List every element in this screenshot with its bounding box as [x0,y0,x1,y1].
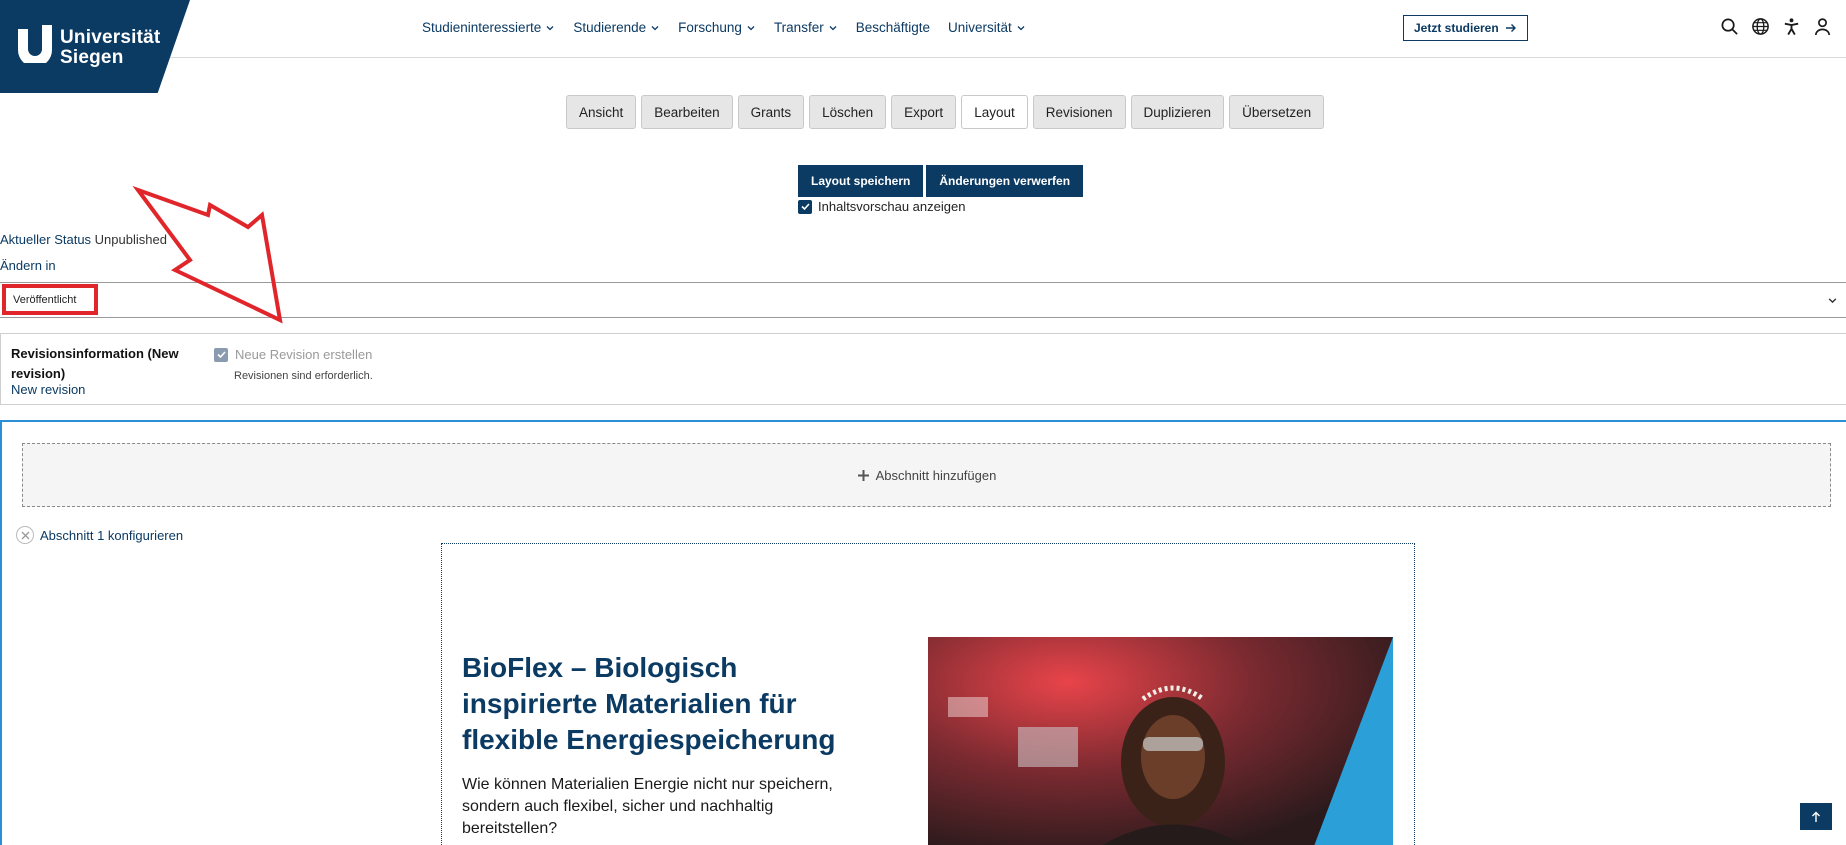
configure-section: Abschnitt 1 konfigurieren [16,526,183,544]
new-revision-checkbox: Neue Revision erstellen [214,347,372,362]
logo-line2: Siegen [60,47,124,68]
add-section-label: Abschnitt hinzufügen [875,467,997,483]
nav-transfer[interactable]: Transfer [774,20,838,35]
nav-label: Universität [948,20,1012,35]
search-icon[interactable] [1720,17,1739,36]
nav-studieninteressierte[interactable]: Studieninteressierte [422,20,555,35]
layout-region: BioFlex – Biologisch inspirierte Materia… [441,543,1415,845]
discard-changes-button[interactable]: Änderungen verwerfen [926,165,1084,197]
preview-label: Inhaltsvorschau anzeigen [818,199,966,214]
new-revision-link[interactable]: New revision [11,382,85,397]
nav-label: Forschung [678,20,742,35]
nav-beschaeftigte[interactable]: Beschäftigte [856,20,930,35]
nav-label: Beschäftigte [855,20,930,35]
hero-text: Wie können Materialien Energie nicht nur… [462,776,833,837]
nav-universitaet[interactable]: Universität [948,20,1026,35]
nav-studierende[interactable]: Studierende [573,20,660,35]
university-logo[interactable]: Universität Siegen [0,0,190,93]
revision-information: Revisionsinformation (New revision) New … [0,333,1846,405]
add-section-button[interactable]: Abschnitt hinzufügen [22,443,1831,507]
layout-builder: Abschnitt hinzufügen Abschnitt 1 konfigu… [0,420,1846,845]
tab-revisionen[interactable]: Revisionen [1032,95,1126,129]
nav-label: Studierende [573,20,647,35]
hero-photo [928,637,1393,845]
chevron-down-icon [1017,25,1025,30]
logo-text: Universität Siegen [60,28,160,68]
main-nav: Studieninteressierte Studierende Forschu… [422,20,1026,35]
tab-loeschen[interactable]: Löschen [809,95,887,129]
checkbox-label: Neue Revision erstellen [235,347,373,362]
tab-bearbeiten[interactable]: Bearbeiten [641,95,733,129]
nav-label: Transfer [773,20,824,35]
nav-label: Studieninteressierte [422,20,542,35]
arrow-up-icon [1812,811,1820,822]
user-icon[interactable] [1813,17,1832,36]
logo-line1: Universität [60,27,161,48]
cta-label: Jetzt studieren [1414,21,1499,35]
checkbox-checked-icon[interactable] [798,199,812,214]
save-layout-button[interactable]: Layout speichern [798,165,924,197]
plus-icon [857,469,869,481]
revision-title: Revisionsinformation (New revision) [11,346,179,381]
site-header: Universität Siegen Studieninteressierte … [0,0,1846,93]
jetzt-studieren-button[interactable]: Jetzt studieren [1403,15,1528,41]
tab-duplizieren[interactable]: Duplizieren [1130,95,1225,129]
status-label: Aktueller Status [0,232,92,247]
annotation-arrow-icon [132,185,283,324]
globe-icon[interactable] [1751,17,1770,36]
chevron-down-icon [651,25,659,30]
configure-section-link[interactable]: Abschnitt 1 konfigurieren [40,528,183,543]
tab-grants[interactable]: Grants [737,95,805,129]
tab-export[interactable]: Export [891,95,957,129]
local-tasks-tabs: Ansicht Bearbeiten Grants Löschen Export… [566,95,1325,129]
chevron-down-icon [747,25,755,30]
tab-layout[interactable]: Layout [961,95,1028,129]
hero-image [928,637,1393,845]
remove-section-icon[interactable] [16,526,34,544]
nav-forschung[interactable]: Forschung [678,20,756,35]
checkbox-checked-icon [214,347,228,362]
layout-actions: Layout speichern Änderungen verwerfen [798,165,1084,197]
chevron-down-icon [546,25,554,30]
annotation-highlight-box [2,284,98,315]
header-icons [1720,17,1832,36]
hero-title: BioFlex – Biologisch inspirierte Materia… [462,652,836,755]
logo-mark-icon [18,25,52,63]
chevron-down-icon [829,25,837,30]
chevron-down-icon [1828,298,1837,304]
accessibility-icon[interactable] [1782,17,1801,36]
content-preview-toggle[interactable]: Inhaltsvorschau anzeigen [798,199,965,214]
tab-uebersetzen[interactable]: Übersetzen [1229,95,1325,129]
change-to-label: Ändern in [0,258,56,273]
revision-help-text: Revisionen sind erforderlich. [234,370,373,382]
back-to-top-button[interactable] [1800,803,1832,830]
tab-ansicht[interactable]: Ansicht [566,95,637,129]
arrow-right-icon [1505,24,1516,32]
